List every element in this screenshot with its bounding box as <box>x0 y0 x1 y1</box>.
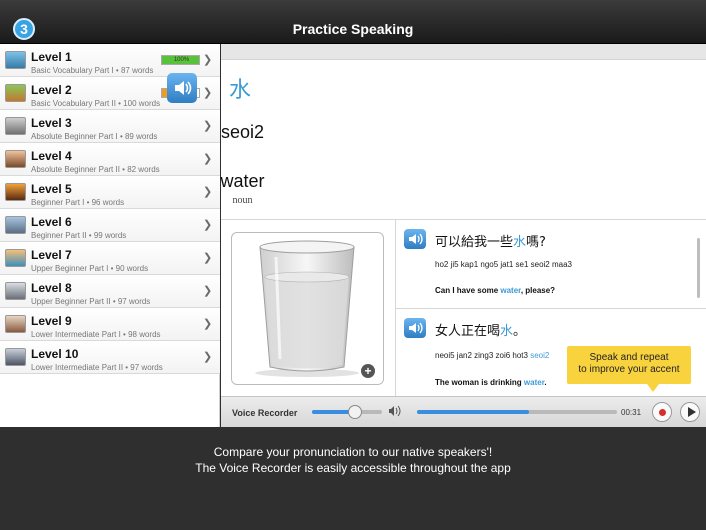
level-thumbnail <box>5 348 26 366</box>
example-english: Can I have some water, please? <box>435 286 555 295</box>
chevron-right-icon: ❯ <box>203 54 213 66</box>
level-title: Level 2 <box>31 83 72 97</box>
speaker-icon[interactable] <box>404 318 426 338</box>
level-thumbnail <box>5 249 26 267</box>
top-bar: 3 Practice Speaking <box>0 0 706 44</box>
example-romanization-text: neoi5 jan2 zing3 zoi6 hot3 <box>435 351 531 360</box>
level-title: Level 9 <box>31 314 72 328</box>
level-title: Level 1 <box>31 50 72 64</box>
level-thumbnail <box>5 51 26 69</box>
promo-caption: Compare your pronunciation to our native… <box>0 444 706 476</box>
plus-icon[interactable]: + <box>361 364 375 378</box>
example-chinese-text: 嗎? <box>526 235 546 250</box>
sidebar-item-level-10[interactable]: Level 10 Lower Intermediate Part II • 97 … <box>0 341 220 374</box>
chevron-right-icon: ❯ <box>203 318 213 330</box>
level-subtitle: Beginner Part II • 99 words <box>31 231 127 240</box>
level-thumbnail <box>5 282 26 300</box>
example-english: The woman is drinking water. <box>435 378 547 387</box>
record-button[interactable] <box>652 402 672 422</box>
level-subtitle: Lower Intermediate Part I • 98 words <box>31 330 161 339</box>
example-romanization: neoi5 jan2 zing3 zoi6 hot3 seoi2 <box>435 351 549 360</box>
chevron-right-icon: ❯ <box>203 87 213 99</box>
level-title: Level 6 <box>31 215 72 229</box>
example-chinese: 可以給我一些水嗎? <box>435 231 546 250</box>
level-thumbnail <box>5 315 26 333</box>
voice-recorder-bar: Voice Recorder 00:31 <box>221 396 706 427</box>
chevron-right-icon: ❯ <box>203 285 213 297</box>
chevron-right-icon: ❯ <box>203 252 213 264</box>
example-chinese-text: 可以給我一些 <box>435 235 514 250</box>
example-english-highlight: water <box>523 378 545 387</box>
caption-line: The Voice Recorder is easily accessible … <box>195 461 511 475</box>
example-english-text: . <box>544 378 547 387</box>
level-thumbnail <box>5 84 26 102</box>
level-title: Level 7 <box>31 248 72 262</box>
level-thumbnail <box>5 150 26 168</box>
example-chinese-highlight: 水 <box>500 324 514 339</box>
chevron-right-icon: ❯ <box>203 219 213 231</box>
vocab-english: water <box>220 171 265 191</box>
tip-callout: Speak and repeat to improve your accent <box>567 346 691 392</box>
example-chinese-text: 女人正在喝 <box>435 324 501 339</box>
vocab-romanization: seoi2 <box>220 122 265 142</box>
sidebar-item-level-9[interactable]: Level 9 Lower Intermediate Part I • 98 wo… <box>0 308 220 341</box>
play-button[interactable] <box>680 402 700 422</box>
level-title: Level 8 <box>31 281 72 295</box>
voice-recorder-label: Voice Recorder <box>232 408 298 418</box>
speaker-icon[interactable] <box>404 229 426 249</box>
tip-line: to improve your accent <box>578 364 680 375</box>
example-chinese-highlight: 水 <box>513 235 527 250</box>
volume-icon <box>388 405 402 420</box>
volume-slider[interactable] <box>312 410 382 414</box>
level-title: Level 4 <box>31 149 72 163</box>
chevron-right-icon: ❯ <box>203 153 213 165</box>
example-english-text: , please? <box>520 286 556 295</box>
level-progress-bar: 100% <box>161 55 200 65</box>
example-chinese-text: 。 <box>513 324 527 339</box>
level-subtitle: Upper Beginner Part I • 90 words <box>31 264 149 273</box>
volume-slider-knob[interactable] <box>348 405 363 419</box>
example-english-text: The woman is drinking <box>435 378 524 387</box>
tip-line: Speak and repeat <box>589 352 669 363</box>
speaker-icon[interactable] <box>167 73 197 103</box>
level-subtitle: Basic Vocabulary Part II • 100 words <box>31 99 161 108</box>
vocab-character: 水 <box>229 78 252 103</box>
sidebar-item-level-6[interactable]: Level 6 Beginner Part II • 99 words ❯ <box>0 209 220 242</box>
level-subtitle: Basic Vocabulary Part I • 87 words <box>31 66 154 75</box>
chevron-right-icon: ❯ <box>203 351 213 363</box>
level-subtitle: Lower Intermediate Part II • 97 words <box>31 363 163 372</box>
playback-progress-fill <box>417 410 529 414</box>
playback-progress-bar[interactable] <box>417 410 617 414</box>
level-progress-label: 100% <box>173 57 190 63</box>
example-romanization-text: ho2 ji5 kap1 ngo5 jat1 se1 seoi2 maa3 <box>435 260 572 269</box>
divider-examples <box>396 308 706 309</box>
top-strip <box>221 44 706 60</box>
examples-scrollbar[interactable] <box>697 238 700 298</box>
example-english-text: Can I have some <box>435 286 501 295</box>
vocab-part-of-speech: noun <box>232 195 253 206</box>
glass-of-water-image <box>255 240 359 377</box>
example-chinese: 女人正在喝水。 <box>435 320 526 339</box>
level-subtitle: Upper Beginner Part II • 97 words <box>31 297 151 306</box>
example-romanization: ho2 ji5 kap1 ngo5 jat1 se1 seoi2 maa3 <box>435 260 572 269</box>
record-icon <box>659 409 666 416</box>
divider <box>221 219 706 220</box>
caption-line: Compare your pronunciation to our native… <box>213 445 493 459</box>
vocab-image <box>231 232 384 385</box>
level-thumbnail <box>5 216 26 234</box>
page-title: Practice Speaking <box>292 21 414 37</box>
example-english-highlight: water <box>500 286 521 295</box>
recording-time: 00:31 <box>621 408 642 417</box>
level-title: Level 10 <box>31 347 79 361</box>
sidebar-item-level-7[interactable]: Level 7 Upper Beginner Part I • 90 words ❯ <box>0 242 220 275</box>
play-icon <box>688 407 696 417</box>
example-romanization-highlight: seoi2 <box>530 351 550 360</box>
sidebar-item-level-8[interactable]: Level 8 Upper Beginner Part II • 97 words… <box>0 275 220 308</box>
